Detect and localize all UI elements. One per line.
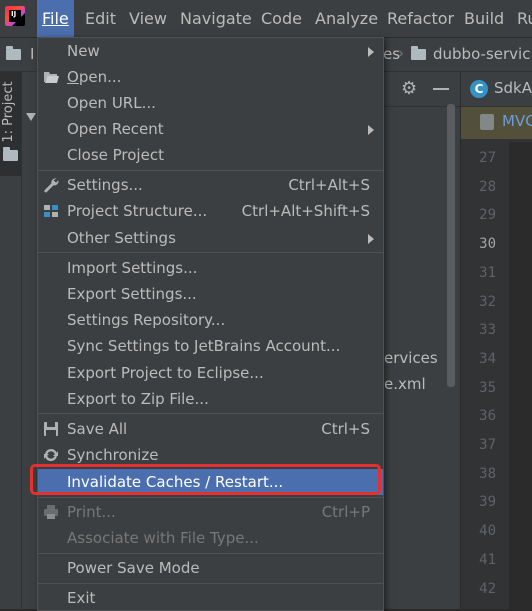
nav-crumb-project[interactable]: I <box>30 45 34 63</box>
line-number: 41 <box>479 551 496 568</box>
synchronize-icon <box>44 448 58 462</box>
menu-item-other-settings[interactable]: Other Settings <box>38 225 383 251</box>
menu-item-power-save[interactable]: Power Save Mode <box>38 555 383 581</box>
open-folder-icon <box>44 72 59 83</box>
menu-item-settings-repository[interactable]: Settings Repository... <box>38 307 383 333</box>
menu-item-export-settings[interactable]: Export Settings... <box>38 281 383 307</box>
editor-breadcrumb-label[interactable]: MVC <box>502 112 532 130</box>
project-structure-icon <box>44 205 58 217</box>
nav-separator-icon: › <box>398 44 404 62</box>
menu-item-settings[interactable]: Settings... Ctrl+Alt+S <box>38 172 383 198</box>
menu-item-exit[interactable]: Exit <box>38 585 383 611</box>
menu-item-import-settings[interactable]: Import Settings... <box>38 255 383 281</box>
menu-item-export-eclipse[interactable]: Export Project to Eclipse... <box>38 360 383 386</box>
submenu-arrow-icon <box>368 234 374 244</box>
nav-crumb-module[interactable]: dubbo-servic <box>433 45 530 63</box>
line-number: 40 <box>479 523 496 540</box>
menu-item-associate-file-type[interactable]: Associate with File Type... <box>38 525 383 551</box>
menu-separator <box>38 553 383 554</box>
menu-separator <box>38 170 383 171</box>
intellij-logo-icon: IJ <box>5 6 25 26</box>
menu-edit[interactable]: Edit <box>80 0 121 37</box>
line-number: 27 <box>479 150 496 166</box>
menu-code[interactable]: Code <box>256 0 307 37</box>
line-number: 34 <box>479 350 496 367</box>
highlight-annotation-box <box>30 464 381 495</box>
folder-icon <box>3 147 18 161</box>
wrench-icon <box>44 178 59 193</box>
menu-analyze[interactable]: Analyze <box>310 0 383 37</box>
menu-separator <box>38 252 383 253</box>
menu-run[interactable]: Ru <box>512 0 532 37</box>
file-icon <box>480 114 494 130</box>
line-number: 30 <box>479 236 496 253</box>
submenu-arrow-icon <box>368 47 374 57</box>
line-number: 28 <box>479 178 496 195</box>
menu-item-sync-settings[interactable]: Sync Settings to JetBrains Account... <box>38 333 383 359</box>
printer-icon <box>44 505 58 519</box>
menu-separator <box>38 413 383 414</box>
menu-item-open[interactable]: Open... <box>38 64 383 90</box>
menu-item-open-recent[interactable]: Open Recent <box>38 116 383 142</box>
menu-item-close-project[interactable]: Close Project <box>38 142 383 168</box>
menu-separator <box>38 583 383 584</box>
line-number: 36 <box>479 408 496 425</box>
menu-item-new[interactable]: New <box>38 38 383 64</box>
line-number: 38 <box>479 465 496 482</box>
project-panel-scrollbar[interactable] <box>447 104 455 387</box>
menu-separator <box>38 497 383 498</box>
tree-item-partial[interactable]: e.xml <box>384 375 426 393</box>
editor-code-area[interactable] <box>509 142 532 609</box>
line-number: 32 <box>479 293 496 310</box>
line-number: 39 <box>479 494 496 511</box>
expand-arrow-icon[interactable] <box>26 113 36 121</box>
menu-refactor[interactable]: Refactor <box>382 0 459 37</box>
submenu-arrow-icon <box>368 125 374 135</box>
folder-icon <box>6 46 21 60</box>
line-number: 31 <box>479 264 496 281</box>
project-tool-tab-label: 1: Project <box>1 81 16 143</box>
main-menu-bar: IJ File Edit View Navigate Code Analyze … <box>0 0 532 38</box>
menu-item-print[interactable]: Print... Ctrl+P <box>38 499 383 525</box>
menu-item-project-structure[interactable]: Project Structure... Ctrl+Alt+Shift+S <box>38 198 383 224</box>
menu-view[interactable]: View <box>124 0 172 37</box>
menu-navigate[interactable]: Navigate <box>175 0 257 37</box>
menu-file[interactable]: File <box>37 0 74 37</box>
menu-item-export-zip[interactable]: Export to Zip File... <box>38 386 383 412</box>
menu-build[interactable]: Build <box>459 0 509 37</box>
save-icon <box>44 422 58 436</box>
line-number: 33 <box>479 322 496 339</box>
menu-item-open-url[interactable]: Open URL... <box>38 90 383 116</box>
menu-item-save-all[interactable]: Save All Ctrl+S <box>38 416 383 442</box>
class-icon: C <box>470 80 488 98</box>
editor-tab[interactable]: SdkA <box>494 79 532 97</box>
line-number: 42 <box>479 580 496 597</box>
minimize-icon[interactable] <box>433 88 449 90</box>
gear-icon[interactable]: ⚙ <box>401 78 417 99</box>
file-menu-dropdown: New Open... Open URL... Open Recent Clos… <box>37 37 384 611</box>
line-number: 35 <box>479 379 496 396</box>
line-number: 37 <box>479 437 496 453</box>
folder-icon <box>411 46 426 60</box>
line-number: 29 <box>479 207 496 224</box>
tree-item-partial[interactable]: ervices <box>384 349 438 367</box>
